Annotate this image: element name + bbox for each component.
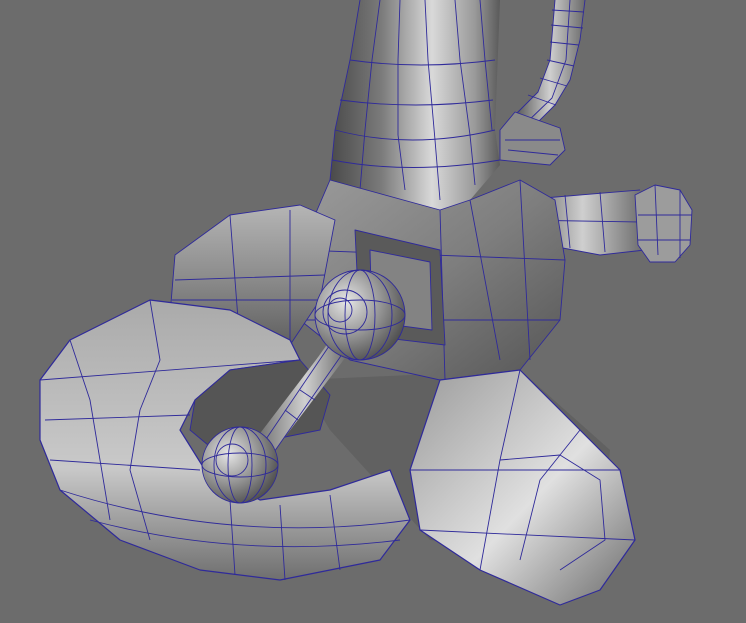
ball-joint-upper[interactable] — [314, 269, 406, 361]
leg-column[interactable] — [329, 0, 501, 210]
front-toe[interactable] — [409, 369, 636, 606]
ball-joint-lower[interactable] — [201, 426, 279, 504]
viewport-3d[interactable] — [0, 0, 746, 623]
pipe-hose[interactable] — [499, 0, 586, 166]
model-render[interactable] — [0, 0, 746, 623]
